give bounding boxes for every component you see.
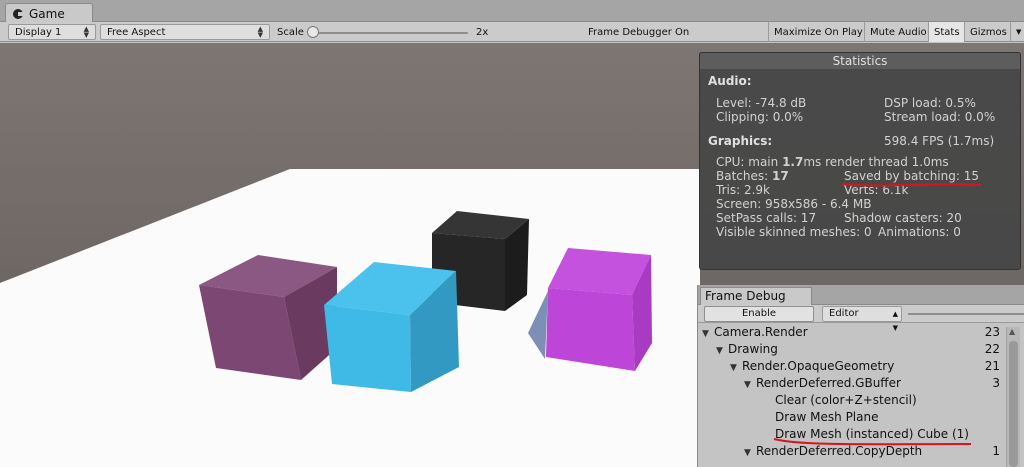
audio-heading: Audio: bbox=[708, 74, 752, 88]
maximize-on-play-button[interactable]: Maximize On Play bbox=[768, 22, 868, 42]
tree-item-count: 23 bbox=[984, 325, 1000, 339]
expand-arrow-icon[interactable]: ▼ bbox=[744, 445, 756, 462]
stats-button[interactable]: Stats bbox=[928, 22, 965, 42]
tree-item-count: 21 bbox=[984, 359, 1000, 373]
graphics-animations: Animations: 0 bbox=[878, 225, 961, 239]
tree-item-label: Render.OpaqueGeometry bbox=[742, 359, 895, 373]
graphics-skinned-meshes: Visible skinned meshes: 0 bbox=[716, 225, 872, 239]
graphics-tris: Tris: 2.9k bbox=[716, 183, 770, 197]
gizmos-button[interactable]: Gizmos bbox=[964, 22, 1010, 42]
dropdown-arrows-icon: ▲ ▼ bbox=[257, 25, 263, 39]
audio-clipping: Clipping: 0.0% bbox=[716, 110, 804, 124]
target-dropdown[interactable]: Editor ▲ ▼ bbox=[822, 306, 902, 332]
scale-value: 2x bbox=[476, 26, 489, 38]
scrollbar-thumb[interactable] bbox=[1009, 341, 1018, 467]
graphics-cpu: CPU: main 1.7ms render thread 1.0ms bbox=[716, 155, 949, 169]
display-dropdown-label: Display 1 bbox=[15, 26, 62, 38]
mute-audio-button[interactable]: Mute Audio bbox=[864, 22, 932, 42]
audio-level: Level: -74.8 dB bbox=[716, 96, 807, 110]
game-view-toolbar: Display 1 ▲ ▼ Free Aspect ▲ ▼ Scale 2x Fra… bbox=[0, 22, 1024, 42]
tree-item-label: Draw Mesh Plane bbox=[775, 410, 879, 424]
aspect-dropdown[interactable]: Free Aspect ▲ ▼ bbox=[100, 24, 270, 40]
tree-item-label: RenderDeferred.GBuffer bbox=[756, 376, 901, 390]
graphics-setpass-calls: SetPass calls: 17 bbox=[716, 211, 817, 225]
frame-debugger-status: Frame Debugger On bbox=[588, 26, 690, 38]
scale-slider-thumb[interactable] bbox=[307, 26, 319, 38]
game-controller-icon bbox=[13, 8, 24, 19]
gizmos-dropdown-arrow-icon[interactable]: ▼ bbox=[1010, 22, 1024, 42]
red-underline-annotation bbox=[773, 438, 972, 446]
event-slider-track[interactable] bbox=[908, 313, 1024, 315]
graphics-batches: Batches: 17 bbox=[716, 169, 789, 183]
frame-debug-window: Frame Debug Enable Editor ▲ ▼ ▼ Camera.Ren… bbox=[697, 285, 1024, 467]
statistics-title: Statistics bbox=[700, 53, 1020, 69]
tree-item-count: 22 bbox=[984, 342, 1000, 356]
tree-item-label: Drawing bbox=[728, 342, 778, 356]
frame-debug-tab-bar: Frame Debug bbox=[698, 285, 1024, 306]
frame-debug-toolbar: Enable Editor ▲ ▼ bbox=[698, 305, 1024, 332]
tree-item-label: Camera.Render bbox=[714, 325, 808, 339]
tab-frame-debug[interactable]: Frame Debug bbox=[700, 287, 812, 306]
enable-button[interactable]: Enable bbox=[704, 306, 814, 322]
cube-magenta bbox=[546, 248, 652, 371]
scale-slider-track[interactable] bbox=[312, 32, 468, 34]
graphics-heading: Graphics: bbox=[708, 134, 773, 148]
tree-scrollbar[interactable]: ▲ bbox=[1006, 327, 1020, 467]
tree-item-draw-mesh-plane[interactable]: Draw Mesh Plane bbox=[698, 409, 1008, 426]
tree-item-camera-render[interactable]: ▼ Camera.Render 23 bbox=[698, 324, 1008, 341]
display-dropdown[interactable]: Display 1 ▲ ▼ bbox=[8, 24, 96, 40]
tree-item-label: Clear (color+Z+stencil) bbox=[775, 393, 917, 407]
tree-item-count: 1 bbox=[992, 444, 1000, 458]
window-tab-bar: Game bbox=[0, 0, 1024, 23]
tree-item-render-opaque-geometry[interactable]: ▼ Render.OpaqueGeometry 21 bbox=[698, 358, 1008, 375]
tab-game-label: Game bbox=[29, 6, 65, 21]
statistics-panel: Statistics Audio: Level: -74.8 dB DSP lo… bbox=[699, 52, 1021, 270]
graphics-fps: 598.4 FPS (1.7ms) bbox=[884, 134, 995, 148]
dropdown-arrows-icon: ▲ ▼ bbox=[83, 25, 89, 39]
target-dropdown-label: Editor bbox=[829, 308, 859, 319]
tab-game[interactable]: Game bbox=[5, 3, 93, 23]
scroll-up-arrow-icon[interactable]: ▲ bbox=[1009, 327, 1015, 336]
red-underline-annotation bbox=[841, 183, 983, 187]
audio-dsp-load: DSP load: 0.5% bbox=[884, 96, 976, 110]
scale-label: Scale bbox=[277, 26, 304, 38]
tree-item-clear[interactable]: Clear (color+Z+stencil) bbox=[698, 392, 1008, 409]
tree-item-count: 3 bbox=[992, 376, 1000, 390]
tree-item-gbuffer[interactable]: ▼ RenderDeferred.GBuffer 3 bbox=[698, 375, 1008, 392]
tree-item-drawing[interactable]: ▼ Drawing 22 bbox=[698, 341, 1008, 358]
aspect-dropdown-label: Free Aspect bbox=[107, 26, 166, 38]
audio-stream-load: Stream load: 0.0% bbox=[884, 110, 996, 124]
graphics-shadow-casters: Shadow casters: 20 bbox=[844, 211, 962, 225]
graphics-screen: Screen: 958x586 - 6.4 MB bbox=[716, 197, 872, 211]
